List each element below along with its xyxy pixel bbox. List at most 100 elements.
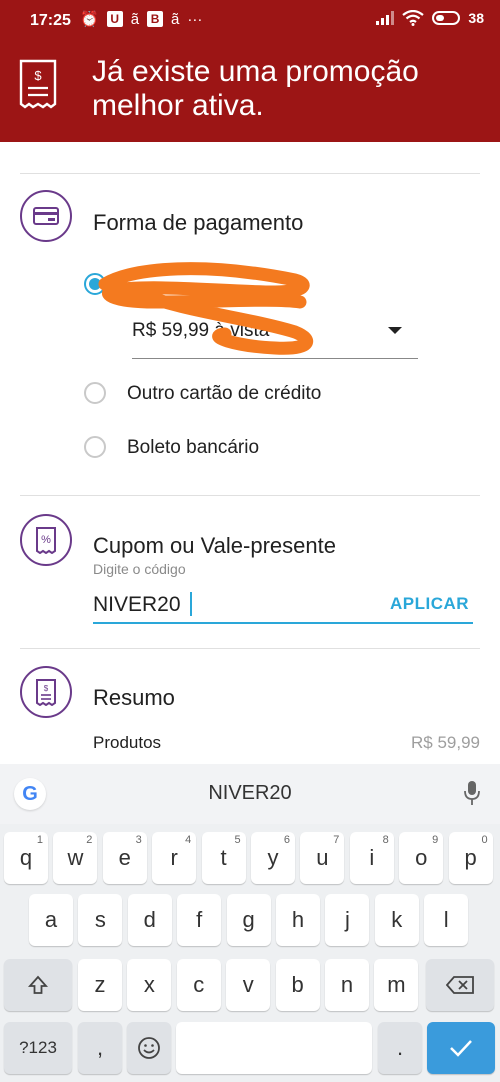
option-label-other-card[interactable]: Outro cartão de crédito [127, 383, 321, 405]
svg-text:$: $ [44, 684, 49, 693]
svg-text:$: $ [34, 68, 42, 83]
key-h[interactable]: h [276, 894, 320, 946]
coupon-input[interactable] [93, 592, 383, 618]
key-u-label: u [316, 845, 329, 870]
microphone-icon[interactable] [464, 780, 480, 806]
key-r-hint: 4 [185, 834, 192, 846]
key-b[interactable]: b [275, 959, 320, 1011]
key-a[interactable]: a [29, 894, 73, 946]
key-d[interactable]: d [127, 894, 172, 946]
key-o-hint: 9 [432, 834, 439, 846]
summary-section-icon: $ [20, 666, 72, 718]
comma-key[interactable]: , [78, 1022, 122, 1074]
backspace-key[interactable] [426, 959, 494, 1011]
app-a-icon: ã [130, 10, 140, 28]
key-u[interactable]: u7 [300, 832, 345, 884]
key-l[interactable]: l [424, 894, 469, 946]
space-key[interactable] [176, 1022, 372, 1074]
key-g[interactable]: g [226, 894, 271, 946]
key-p-label: p [464, 845, 477, 870]
key-k-label: k [391, 907, 403, 932]
key-f[interactable]: f [177, 894, 222, 946]
key-m-label: m [387, 972, 406, 997]
divider [20, 173, 480, 174]
coupon-percent-icon: % [36, 527, 56, 554]
divider [20, 495, 480, 496]
radio-other-card[interactable] [84, 382, 106, 404]
key-s-label: s [94, 907, 106, 932]
key-p-hint: 0 [481, 834, 488, 846]
key-s[interactable]: s [78, 894, 123, 946]
key-w[interactable]: w2 [53, 832, 98, 884]
key-i-label: i [369, 845, 375, 870]
credit-card-icon [33, 207, 59, 225]
key-o-label: o [415, 845, 428, 870]
key-e[interactable]: e3 [102, 832, 147, 884]
key-d-label: d [143, 907, 156, 932]
key-m[interactable]: m [374, 959, 419, 1011]
alarm-icon: ⏰ [80, 11, 99, 28]
key-z[interactable]: z [78, 959, 122, 1011]
payment-title: Forma de pagamento [93, 210, 304, 235]
key-x-label: x [143, 972, 155, 997]
coupon-title: Cupom ou Vale-presente [93, 533, 336, 558]
more-notifications-icon: ··· [187, 10, 203, 28]
key-t-label: t [220, 845, 227, 870]
radio-boleto[interactable] [84, 436, 106, 458]
key-n-label: n [340, 972, 354, 997]
key-c[interactable]: c [176, 959, 221, 1011]
status-bar: 17:25 ⏰ U ã B ã ··· 38 [0, 0, 500, 44]
key-p[interactable]: p0 [448, 832, 493, 884]
notification-icons: ⏰ U ã B ã ··· [80, 10, 203, 29]
promo-message: Já existe uma promoção melhor ativa. [92, 55, 419, 122]
key-j-label: j [344, 907, 350, 932]
symbols-key[interactable]: ?123 [4, 1022, 72, 1074]
key-o[interactable]: o9 [399, 832, 444, 884]
key-q[interactable]: q1 [4, 832, 48, 884]
suggestion-bar: G NIVER20 [0, 764, 500, 824]
key-r-label: r [170, 845, 178, 870]
key-v[interactable]: v [226, 959, 271, 1011]
payment-section-icon [20, 190, 72, 242]
app-u-icon: U [106, 11, 123, 27]
dropdown-caret-icon[interactable] [388, 327, 402, 334]
app-a2-icon: ã [171, 10, 180, 28]
status-time: 17:25 [30, 12, 71, 29]
key-k[interactable]: k [374, 894, 419, 946]
coupon-input-underline [93, 622, 473, 624]
emoji-icon [138, 1037, 160, 1059]
key-v-label: v [242, 972, 254, 997]
enter-key[interactable] [427, 1022, 495, 1074]
key-y-hint: 6 [283, 834, 290, 846]
status-right: 38 [376, 10, 484, 26]
emoji-key[interactable] [127, 1022, 171, 1074]
text-cursor [190, 592, 192, 616]
key-g-label: g [242, 907, 255, 932]
key-q-label: q [19, 845, 33, 870]
apply-coupon-button[interactable]: APLICAR [390, 594, 469, 614]
shift-key[interactable] [4, 959, 72, 1011]
option-label-boleto[interactable]: Boleto bancário [127, 437, 259, 459]
key-w-label: w [67, 845, 84, 870]
key-y[interactable]: y6 [251, 832, 295, 884]
app-b-icon: B [147, 11, 164, 27]
key-r[interactable]: r4 [152, 832, 197, 884]
products-value: R$ 59,99 [411, 733, 480, 752]
key-e-label: e [118, 845, 131, 870]
key-t[interactable]: t5 [201, 832, 246, 884]
key-j[interactable]: j [325, 894, 370, 946]
key-x[interactable]: x [127, 959, 172, 1011]
keyboard-suggestion[interactable]: NIVER20 [0, 782, 500, 805]
comma-key-label: , [96, 1035, 104, 1060]
soft-keyboard: G NIVER20 q1w2e3r4t5y6u7i8o9p0asdfghjklz… [0, 764, 500, 1082]
wifi-icon [402, 10, 425, 26]
battery-icon [432, 11, 461, 25]
key-n[interactable]: n [325, 959, 369, 1011]
key-i[interactable]: i8 [349, 832, 394, 884]
signal-icon [376, 11, 395, 25]
period-key-label: . [396, 1035, 404, 1060]
shift-icon [28, 975, 48, 994]
period-key[interactable]: . [378, 1022, 422, 1074]
key-b-label: b [291, 972, 304, 997]
key-l-label: l [443, 907, 449, 932]
